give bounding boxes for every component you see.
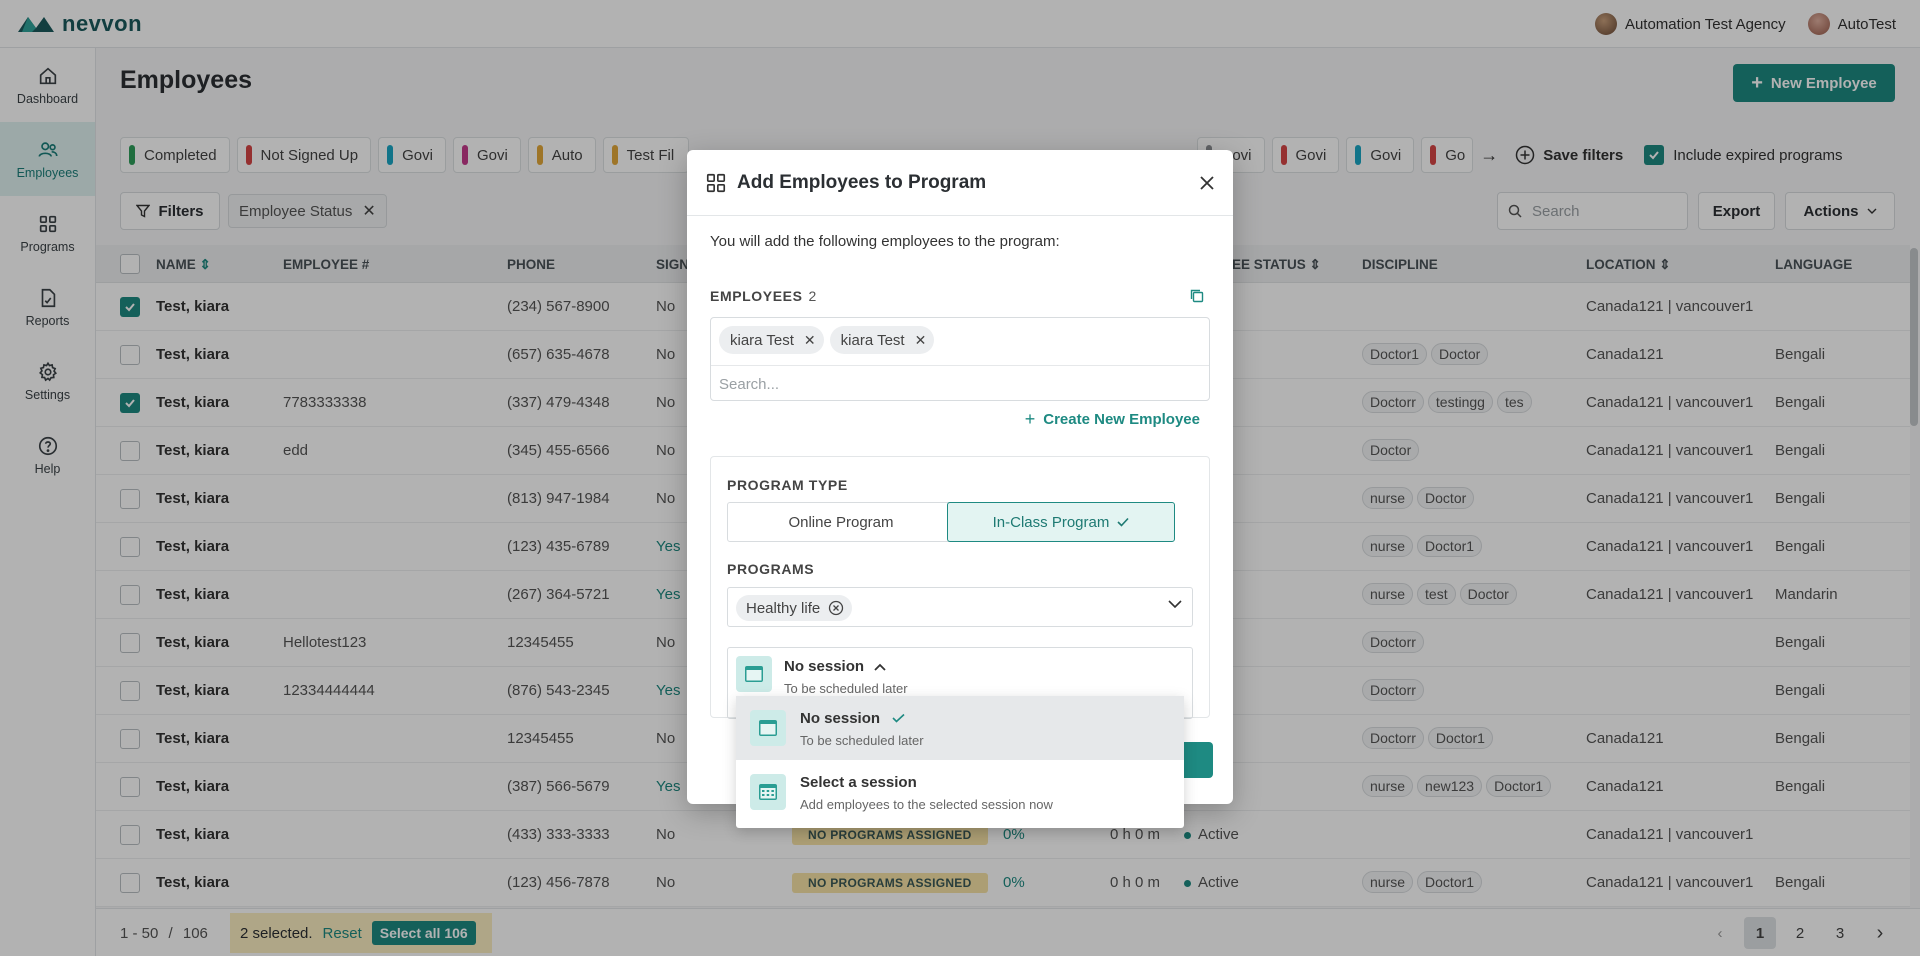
employees-count: 2 xyxy=(808,288,817,304)
remove-tag-icon[interactable]: ✕ xyxy=(915,332,927,349)
program-tag: Healthy life xyxy=(736,595,853,621)
session-option-no-session[interactable]: No session To be scheduled later xyxy=(736,696,1184,760)
check-icon xyxy=(892,713,905,723)
in-class-program-label: In-Class Program xyxy=(992,513,1110,531)
session-option-select-session[interactable]: Select a session Add employees to the se… xyxy=(736,760,1184,824)
employees-multiselect: kiara Test ✕ kiara Test ✕ Search... xyxy=(710,317,1210,401)
employees-label-text: EMPLOYEES xyxy=(710,288,803,304)
option-subtitle: To be scheduled later xyxy=(800,733,924,748)
in-class-program-option[interactable]: In-Class Program xyxy=(947,502,1175,542)
copy-icon[interactable] xyxy=(1189,288,1205,304)
session-title: No session xyxy=(784,658,886,675)
modal-description: You will add the following employees to … xyxy=(710,233,1060,250)
option-subtitle: Add employees to the selected session no… xyxy=(800,797,1053,812)
plus-icon: + xyxy=(1024,409,1036,429)
employees-label: EMPLOYEES 2 xyxy=(710,288,816,304)
modal-title: Add Employees to Program xyxy=(737,171,987,193)
session-title-text: No session xyxy=(784,658,865,675)
calendar-grid-icon xyxy=(750,774,786,810)
session-subtitle: To be scheduled later xyxy=(784,681,908,696)
remove-circle-icon[interactable] xyxy=(828,600,844,616)
modal-header: Add Employees to Program xyxy=(687,150,1233,216)
option-title-text: No session xyxy=(800,710,881,727)
employee-search-input[interactable]: Search... xyxy=(711,365,1209,401)
create-new-employee-link[interactable]: + Create New Employee xyxy=(1025,409,1200,430)
employee-tag: kiara Test ✕ xyxy=(719,326,824,354)
online-program-option[interactable]: Online Program xyxy=(727,502,955,542)
check-icon xyxy=(1117,517,1129,527)
employee-tag: kiara Test ✕ xyxy=(829,326,935,354)
calendar-icon xyxy=(736,656,772,692)
program-card: PROGRAM TYPE Online Program In-Class Pro… xyxy=(710,456,1210,719)
employee-tag-label: kiara Test xyxy=(730,331,794,349)
calendar-icon xyxy=(750,710,786,746)
option-title: Select a session xyxy=(800,774,917,791)
grid-icon xyxy=(706,173,726,192)
program-type-label: PROGRAM TYPE xyxy=(727,477,848,493)
chevron-up-icon xyxy=(874,663,886,671)
employee-search-placeholder: Search... xyxy=(719,376,780,393)
chevron-down-icon xyxy=(1168,600,1182,608)
employee-tag-label: kiara Test xyxy=(840,331,905,349)
remove-tag-icon[interactable]: ✕ xyxy=(804,332,816,349)
option-title: No session xyxy=(800,710,905,727)
close-icon[interactable] xyxy=(1199,175,1215,191)
programs-label: PROGRAMS xyxy=(727,561,815,577)
online-program-label: Online Program xyxy=(788,513,894,531)
create-new-employee-label: Create New Employee xyxy=(1043,411,1200,428)
session-dropdown-menu: No session To be scheduled later Select … xyxy=(736,696,1184,828)
program-tag-label: Healthy life xyxy=(746,599,821,617)
programs-select[interactable]: Healthy life xyxy=(727,587,1193,627)
